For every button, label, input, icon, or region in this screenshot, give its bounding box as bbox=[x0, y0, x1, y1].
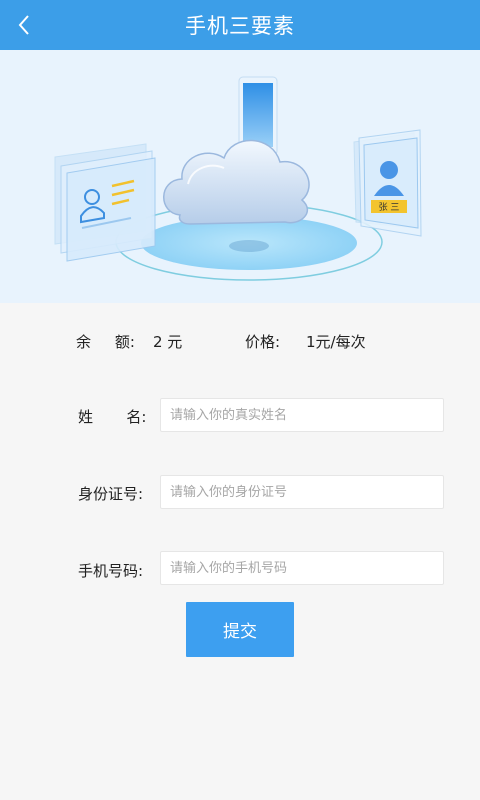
balance-row: 余 额: 2 元 价格: 1元/每次 bbox=[0, 326, 480, 356]
cloud-id-illustration: 张 三 bbox=[54, 76, 422, 281]
phone-label: 手机号码: bbox=[78, 562, 144, 580]
svg-text:张 三: 张 三 bbox=[379, 202, 400, 213]
page-title: 手机三要素 bbox=[185, 14, 295, 38]
price-label: 价格: bbox=[245, 333, 281, 351]
id-card-left-icon bbox=[54, 143, 156, 262]
balance-label: 余 额: bbox=[76, 333, 135, 351]
back-button[interactable] bbox=[4, 5, 44, 45]
price-value: 1元/每次 bbox=[306, 333, 366, 351]
chevron-left-icon bbox=[18, 15, 29, 35]
name-input[interactable] bbox=[160, 398, 444, 432]
id-number-input[interactable] bbox=[160, 475, 444, 509]
submit-button[interactable]: 提交 bbox=[186, 602, 294, 657]
banner-illustration: 张 三 bbox=[0, 50, 480, 303]
phone-input[interactable] bbox=[160, 551, 444, 585]
balance-value: 2 元 bbox=[153, 333, 183, 351]
cloud-icon bbox=[163, 139, 310, 225]
id-card-right-icon: 张 三 bbox=[353, 129, 422, 237]
id-number-label: 身份证号: bbox=[78, 485, 144, 503]
title-bar: 手机三要素 bbox=[0, 0, 480, 50]
name-label: 姓 名: bbox=[78, 408, 147, 426]
